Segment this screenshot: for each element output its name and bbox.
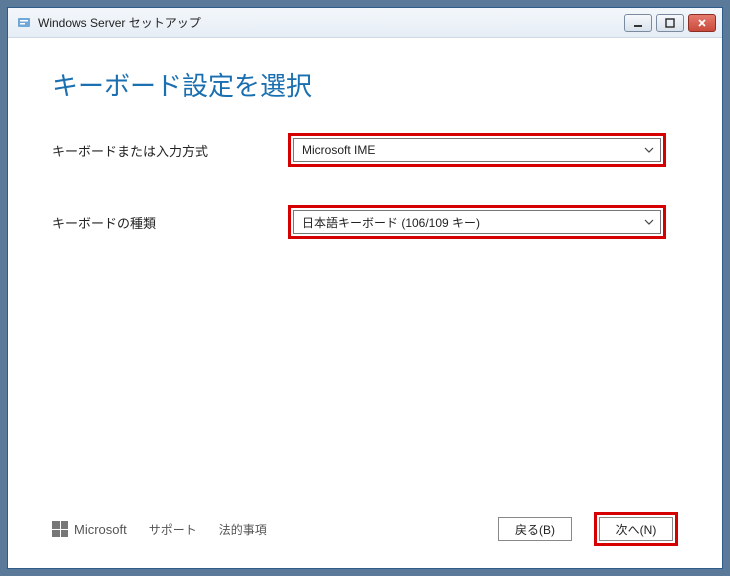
keyboard-type-value: 日本語キーボード (106/109 キー) [302, 214, 480, 231]
window-controls [624, 14, 716, 32]
app-icon [16, 15, 32, 31]
back-button[interactable]: 戻る(B) [498, 517, 572, 541]
chevron-down-icon [644, 217, 654, 227]
titlebar: Windows Server セットアップ [8, 8, 722, 38]
page-title: キーボード設定を選択 [52, 66, 678, 103]
maximize-button[interactable] [656, 14, 684, 32]
spacer [52, 277, 678, 512]
chevron-down-icon [644, 145, 654, 155]
close-button[interactable] [688, 14, 716, 32]
support-link[interactable]: サポート [149, 521, 197, 538]
minimize-button[interactable] [624, 14, 652, 32]
keyboard-type-highlight: 日本語キーボード (106/109 キー) [288, 205, 666, 239]
input-method-row: キーボードまたは入力方式 Microsoft IME [52, 133, 678, 167]
input-method-label: キーボードまたは入力方式 [52, 141, 288, 160]
microsoft-icon [52, 521, 68, 537]
input-method-highlight: Microsoft IME [288, 133, 666, 167]
next-button-highlight: 次へ(N) [594, 512, 678, 546]
input-method-select[interactable]: Microsoft IME [293, 138, 661, 162]
setup-window: Windows Server セットアップ キーボード設定を選択 キーボードまた… [7, 7, 723, 569]
footer: Microsoft サポート 法的事項 戻る(B) 次へ(N) [52, 512, 678, 556]
microsoft-logo: Microsoft [52, 521, 127, 537]
content-area: キーボード設定を選択 キーボードまたは入力方式 Microsoft IME キー… [8, 38, 722, 568]
brand-text: Microsoft [74, 522, 127, 537]
keyboard-type-label: キーボードの種類 [52, 213, 288, 232]
input-method-value: Microsoft IME [302, 143, 375, 157]
next-button[interactable]: 次へ(N) [599, 517, 673, 541]
legal-link[interactable]: 法的事項 [219, 521, 267, 538]
window-title: Windows Server セットアップ [38, 14, 618, 31]
keyboard-type-row: キーボードの種類 日本語キーボード (106/109 キー) [52, 205, 678, 239]
keyboard-type-select[interactable]: 日本語キーボード (106/109 キー) [293, 210, 661, 234]
